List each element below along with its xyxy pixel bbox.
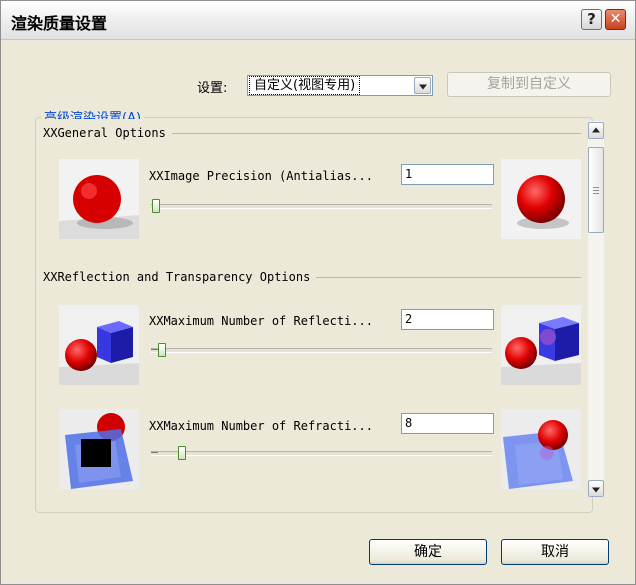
ok-button[interactable]: 确定	[369, 539, 487, 565]
grip-line	[593, 193, 599, 194]
max-reflections-slider-thumb[interactable]	[158, 343, 166, 357]
preset-dropdown[interactable]: 自定义(视图专用)	[247, 75, 433, 96]
refractions-preview-low-image	[59, 409, 139, 489]
option-label-image-precision: XXImage Precision (Antialias...	[149, 169, 373, 183]
max-refractions-slider-track[interactable]	[151, 451, 492, 456]
section-title-general: XXGeneral Options	[43, 126, 172, 140]
slider-tick	[151, 452, 158, 453]
image-precision-slider-thumb[interactable]	[152, 199, 160, 213]
image-precision-slider-track[interactable]	[151, 204, 492, 209]
question-icon: ?	[587, 10, 596, 28]
render-quality-dialog: 渲染质量设置 ? ✕ 设置: 自定义(视图专用) 复制到自定义 高级渲染设置(A…	[0, 0, 636, 585]
chevron-down-icon	[418, 84, 427, 89]
copy-to-custom-button[interactable]: 复制到自定义	[447, 72, 611, 97]
grip-line	[593, 190, 599, 191]
max-refractions-slider-thumb[interactable]	[178, 446, 186, 460]
settings-label: 设置:	[197, 81, 228, 96]
close-icon: ✕	[609, 11, 622, 27]
refractions-preview-high-image	[501, 409, 581, 489]
cancel-button[interactable]: 取消	[501, 539, 609, 565]
scrollbar-thumb[interactable]	[588, 147, 604, 233]
help-button[interactable]: ?	[581, 9, 602, 30]
scroll-up-button[interactable]	[588, 122, 604, 139]
low-quality-preview-image	[59, 159, 139, 239]
preset-value: 自定义(视图专用)	[248, 76, 361, 95]
reflections-preview-low-image	[59, 305, 139, 385]
dialog-title: 渲染质量设置	[11, 14, 108, 33]
option-label-max-reflections: XXMaximum Number of Reflecti...	[149, 314, 373, 328]
scroll-down-button[interactable]	[588, 480, 604, 497]
option-label-max-refractions: XXMaximum Number of Refracti...	[149, 419, 373, 433]
high-quality-preview-image	[501, 159, 581, 239]
title-bar[interactable]: 渲染质量设置 ? ✕	[1, 1, 635, 40]
grip-line	[593, 187, 599, 188]
dropdown-button[interactable]	[414, 77, 431, 94]
options-scroll-area[interactable]: XXGeneral Options XXImage Precision (Ant…	[41, 119, 586, 499]
max-refractions-input[interactable]: 8	[401, 413, 494, 434]
chevron-down-icon	[592, 487, 600, 492]
max-reflections-input[interactable]: 2	[401, 309, 494, 330]
chevron-up-icon	[592, 127, 600, 132]
reflections-preview-high-image	[501, 305, 581, 385]
max-reflections-slider-track[interactable]	[151, 348, 492, 353]
slider-tick	[151, 349, 158, 350]
close-button[interactable]: ✕	[605, 9, 626, 30]
section-title-reflection-transparency: XXReflection and Transparency Options	[43, 270, 317, 284]
image-precision-input[interactable]: 1	[401, 164, 494, 185]
